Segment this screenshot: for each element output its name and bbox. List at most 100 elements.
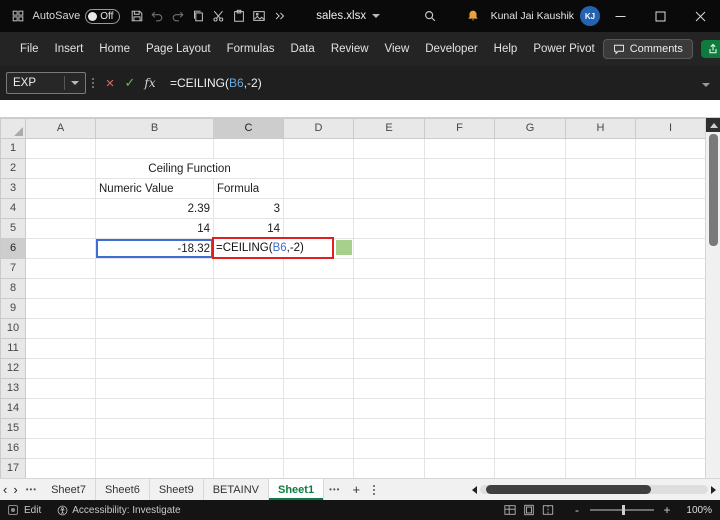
formula-bar-expand-button[interactable]: [702, 74, 720, 92]
column-header-C[interactable]: C: [213, 118, 284, 139]
cell-A14[interactable]: [25, 398, 96, 419]
close-button[interactable]: [680, 0, 720, 32]
accessibility-status[interactable]: Accessibility: Investigate: [57, 505, 181, 516]
cell-D5[interactable]: [283, 218, 354, 239]
cell-H7[interactable]: [565, 258, 636, 279]
cell-F16[interactable]: [424, 438, 495, 459]
menu-tab-insert[interactable]: Insert: [47, 32, 92, 66]
cell-G3[interactable]: [494, 178, 566, 199]
row-header-4[interactable]: 4: [0, 198, 26, 219]
cell-F10[interactable]: [424, 318, 495, 339]
cell-A4[interactable]: [25, 198, 96, 219]
cut-icon[interactable]: [210, 6, 226, 26]
cell-A12[interactable]: [25, 358, 96, 379]
cell-F15[interactable]: [424, 418, 495, 439]
cell-B7[interactable]: [95, 258, 214, 279]
cell-B12[interactable]: [95, 358, 214, 379]
page-layout-view-icon[interactable]: [523, 504, 535, 516]
menu-tab-formulas[interactable]: Formulas: [219, 32, 283, 66]
cell-G5[interactable]: [494, 218, 566, 239]
scroll-left-button[interactable]: [472, 485, 477, 494]
picture-icon[interactable]: [251, 6, 267, 26]
cell-G7[interactable]: [494, 258, 566, 279]
menu-tab-file[interactable]: File: [12, 32, 47, 66]
menu-tab-page-layout[interactable]: Page Layout: [138, 32, 219, 66]
cell-F5[interactable]: [424, 218, 495, 239]
cell-E6[interactable]: [353, 238, 425, 259]
cell-F13[interactable]: [424, 378, 495, 399]
cell-D10[interactable]: [283, 318, 354, 339]
cell-C13[interactable]: [213, 378, 284, 399]
formula-input[interactable]: =CEILING(B6,-2): [170, 76, 262, 90]
share-button[interactable]: [700, 40, 720, 58]
macro-record-icon[interactable]: [8, 505, 18, 515]
add-sheet-button[interactable]: +: [345, 479, 367, 500]
horizontal-scroll-track[interactable]: [480, 485, 708, 494]
cell-H2[interactable]: [565, 158, 636, 179]
menu-tab-review[interactable]: Review: [323, 32, 377, 66]
cell-F8[interactable]: [424, 278, 495, 299]
sheet-nav-next[interactable]: ›: [10, 479, 20, 500]
cell-H12[interactable]: [565, 358, 636, 379]
cell-I14[interactable]: [635, 398, 705, 419]
worksheet-grid[interactable]: A B C D E F G H I 1 2 Ceiling Function 3 Numeric Valu…: [0, 118, 705, 478]
row-header-15[interactable]: 15: [0, 418, 26, 439]
cell-A6[interactable]: [25, 238, 96, 259]
row-header-5[interactable]: 5: [0, 218, 26, 239]
cell-B15[interactable]: [95, 418, 214, 439]
sheet-nav-previous[interactable]: ‹: [0, 479, 10, 500]
cell-C1[interactable]: [213, 138, 284, 159]
sheet-overflow-right[interactable]: •••: [324, 479, 345, 500]
maximize-button[interactable]: [640, 0, 680, 32]
row-header-7[interactable]: 7: [0, 258, 26, 279]
cell-F9[interactable]: [424, 298, 495, 319]
cell-E11[interactable]: [353, 338, 425, 359]
cell-H9[interactable]: [565, 298, 636, 319]
cell-I13[interactable]: [635, 378, 705, 399]
cell-C10[interactable]: [213, 318, 284, 339]
cell-D3[interactable]: [283, 178, 354, 199]
cell-I16[interactable]: [635, 438, 705, 459]
scroll-up-button[interactable]: [706, 118, 720, 132]
column-header-B[interactable]: B: [95, 118, 214, 139]
cell-F2[interactable]: [424, 158, 495, 179]
select-all-corner[interactable]: [0, 118, 26, 139]
cell-E16[interactable]: [353, 438, 425, 459]
cell-E2[interactable]: [353, 158, 425, 179]
cell-H11[interactable]: [565, 338, 636, 359]
cell-F14[interactable]: [424, 398, 495, 419]
cell-C9[interactable]: [213, 298, 284, 319]
cell-F12[interactable]: [424, 358, 495, 379]
cell-H13[interactable]: [565, 378, 636, 399]
zoom-out-button[interactable]: -: [572, 503, 582, 517]
cell-E3[interactable]: [353, 178, 425, 199]
cell-A16[interactable]: [25, 438, 96, 459]
cell-C5[interactable]: 14: [213, 218, 284, 239]
cell-I11[interactable]: [635, 338, 705, 359]
zoom-slider-thumb[interactable]: [622, 505, 625, 515]
cell-G11[interactable]: [494, 338, 566, 359]
cell-B8[interactable]: [95, 278, 214, 299]
cell-G4[interactable]: [494, 198, 566, 219]
copy-icon[interactable]: [190, 6, 206, 26]
user-account[interactable]: Kunal Jai Kaushik KJ: [461, 6, 601, 26]
cell-C15[interactable]: [213, 418, 284, 439]
cell-D9[interactable]: [283, 298, 354, 319]
cell-E9[interactable]: [353, 298, 425, 319]
cell-D7[interactable]: [283, 258, 354, 279]
normal-view-icon[interactable]: [504, 504, 516, 516]
cell-D1[interactable]: [283, 138, 354, 159]
cell-A17[interactable]: [25, 458, 96, 478]
row-header-10[interactable]: 10: [0, 318, 26, 339]
row-header-1[interactable]: 1: [0, 138, 26, 159]
sheet-overflow-left[interactable]: •••: [21, 479, 42, 500]
menu-tab-help[interactable]: Help: [486, 32, 526, 66]
cell-E7[interactable]: [353, 258, 425, 279]
cell-I17[interactable]: [635, 458, 705, 478]
sheet-tab-betainv[interactable]: BETAINV: [204, 479, 269, 500]
more-commands-icon[interactable]: [272, 6, 288, 26]
vertical-scroll-thumb[interactable]: [708, 134, 718, 246]
column-header-E[interactable]: E: [353, 118, 425, 139]
cell-I3[interactable]: [635, 178, 705, 199]
insert-function-button[interactable]: fx: [140, 76, 160, 90]
